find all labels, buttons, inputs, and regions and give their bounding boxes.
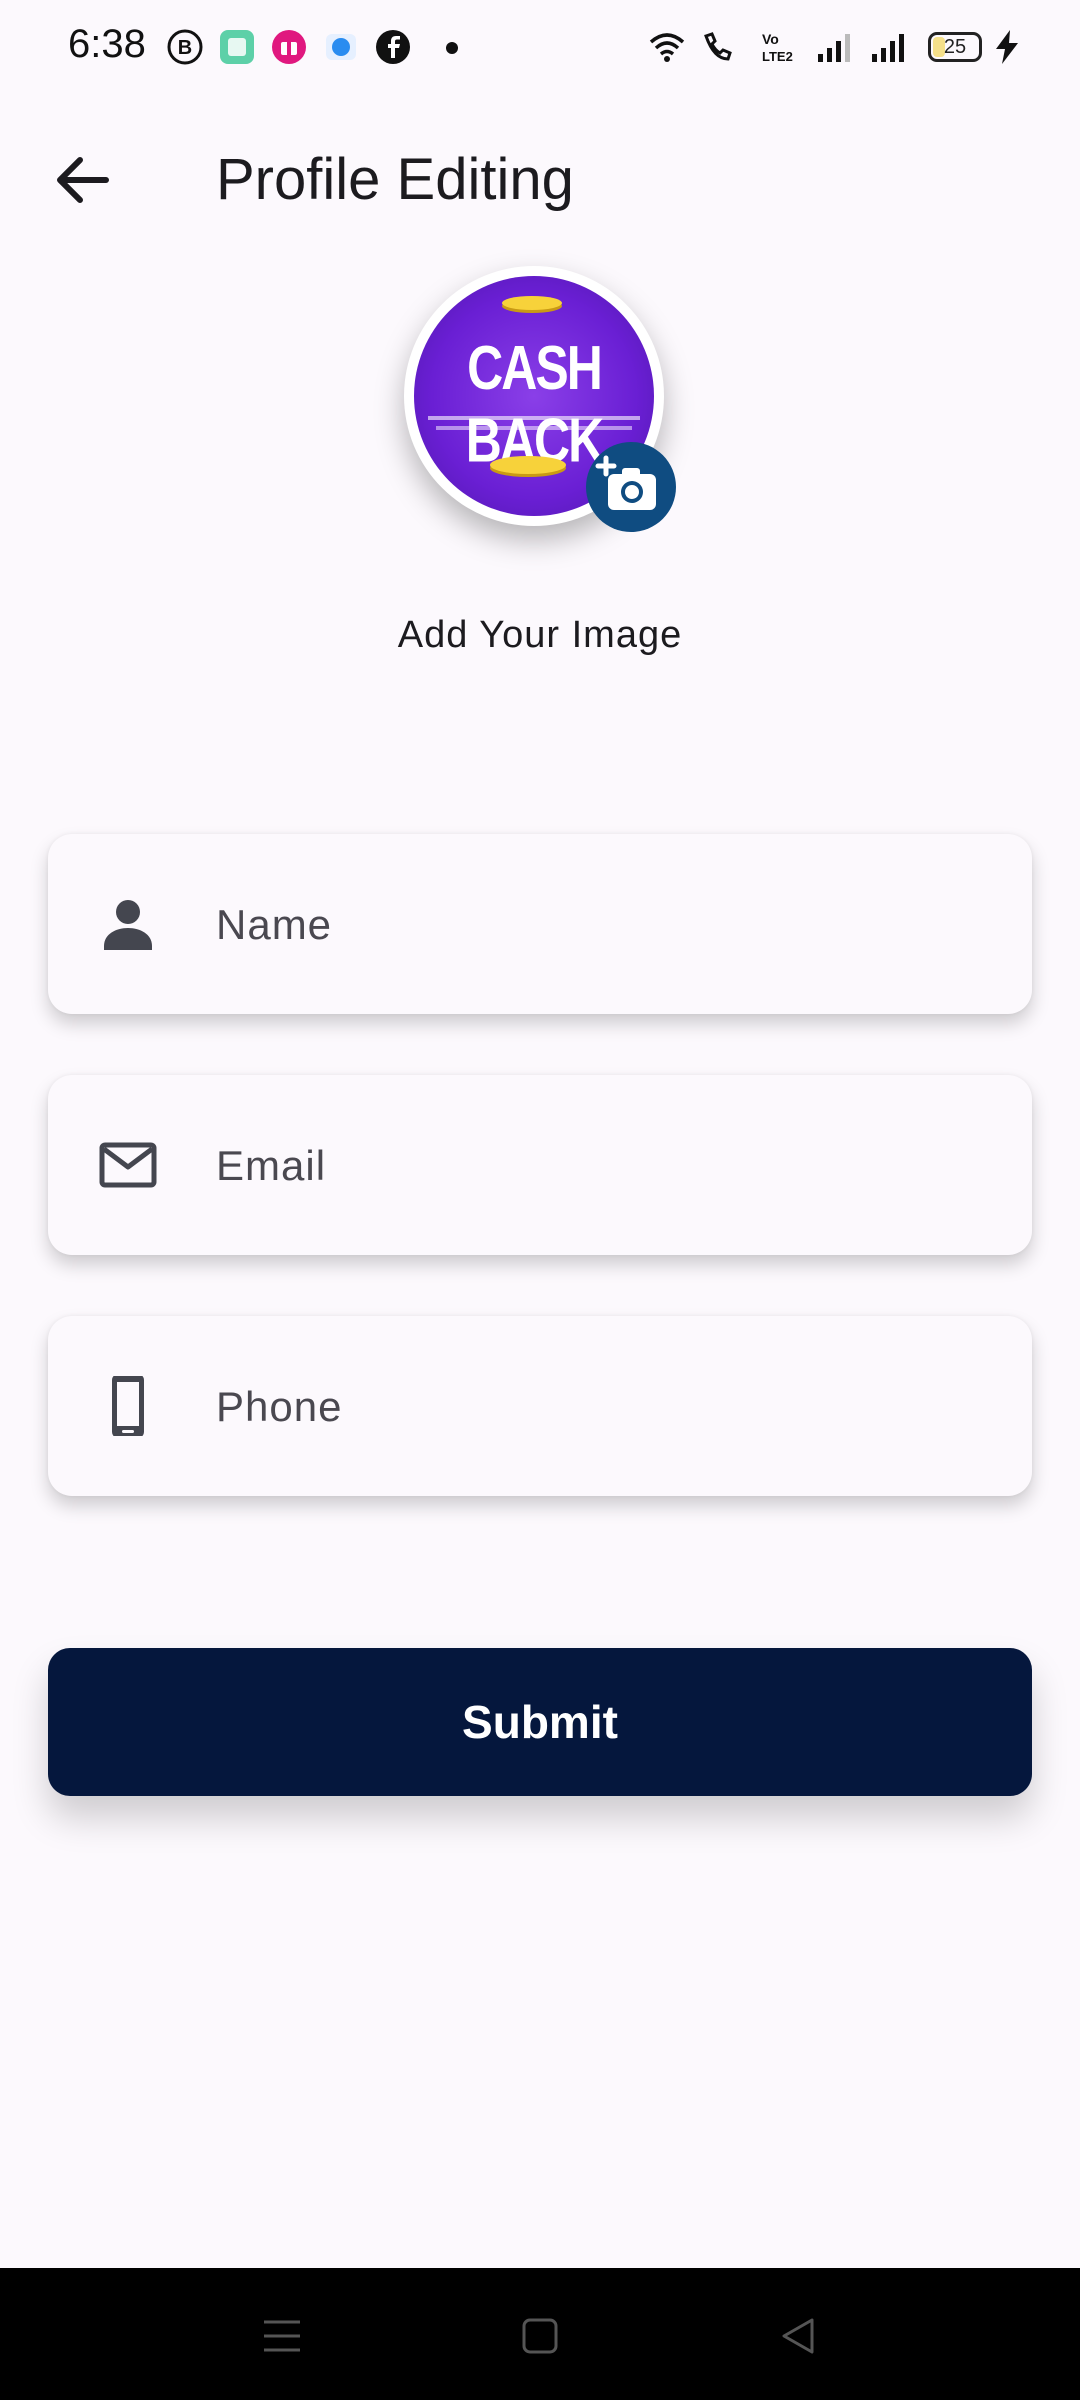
wifi-call-icon	[704, 32, 732, 61]
add-photo-camera-icon	[595, 455, 656, 510]
phone-field[interactable]	[48, 1316, 1032, 1496]
email-field[interactable]	[48, 1075, 1032, 1255]
blue-app-icon	[326, 34, 356, 60]
svg-text:LTE2: LTE2	[762, 49, 793, 64]
app-square-icon	[220, 30, 254, 64]
wifi-icon	[649, 33, 685, 62]
facebook-icon	[376, 30, 410, 64]
avatar-picker[interactable]: CASH BACK	[404, 266, 676, 532]
svg-text:B: B	[178, 37, 192, 59]
mail-icon	[99, 1142, 157, 1188]
signal-icon	[872, 34, 904, 62]
back-triangle-icon[interactable]	[774, 2312, 822, 2360]
menu-icon[interactable]	[258, 2312, 306, 2360]
dot-icon	[446, 42, 458, 54]
add-photo-button[interactable]	[586, 442, 676, 532]
name-field[interactable]	[48, 834, 1032, 1014]
arrow-back-icon	[57, 157, 109, 203]
b-badge-icon: B	[167, 29, 203, 65]
home-square-icon[interactable]	[516, 2312, 564, 2360]
page-title: Profile Editing	[216, 147, 574, 212]
name-input[interactable]	[214, 884, 978, 966]
phone-icon	[112, 1376, 144, 1436]
battery-icon: 25	[928, 32, 982, 62]
back-button[interactable]	[50, 150, 120, 210]
system-nav-bar	[0, 2268, 1080, 2400]
person-icon	[104, 900, 152, 950]
volte-icon: Vo LTE2	[762, 31, 793, 64]
battery-level: 25	[943, 36, 967, 58]
status-time: 6:38	[68, 22, 146, 66]
submit-button[interactable]: Submit	[48, 1648, 1032, 1796]
charging-icon	[996, 30, 1018, 64]
email-input[interactable]	[214, 1125, 978, 1207]
phone-input[interactable]	[214, 1366, 978, 1448]
svg-text:Vo: Vo	[762, 31, 779, 47]
gift-app-icon	[272, 30, 306, 64]
add-image-label: Add Your Image	[397, 614, 683, 656]
status-bar: 6:38 B Vo LTE2 25	[0, 0, 1080, 96]
signal-icon	[818, 34, 850, 62]
